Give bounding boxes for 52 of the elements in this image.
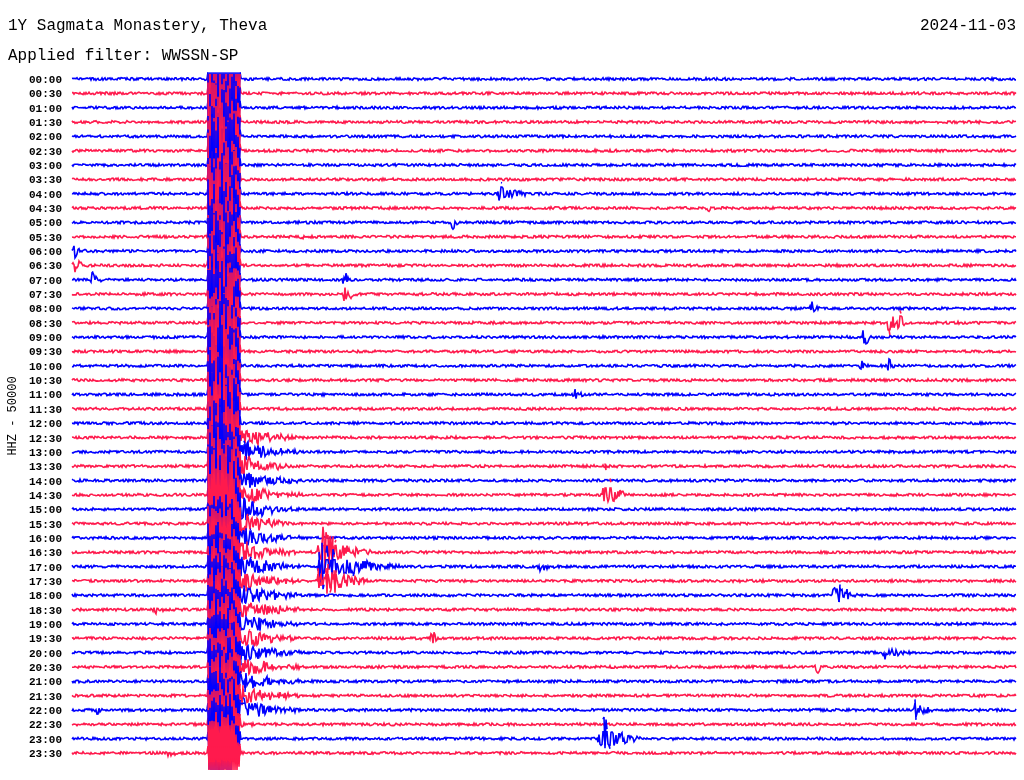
station-title: 1Y Sagmata Monastery, Theva xyxy=(8,18,268,34)
time-label: 00:30 xyxy=(29,88,62,101)
time-label: 18:30 xyxy=(29,604,62,617)
time-label: 16:00 xyxy=(29,532,62,545)
time-label: 01:30 xyxy=(29,117,62,129)
time-label: 20:30 xyxy=(29,661,62,674)
time-label: 13:00 xyxy=(29,446,62,459)
time-label: 06:00 xyxy=(29,246,62,259)
filter-label: Applied filter: WWSSN-SP xyxy=(8,47,239,65)
time-label: 00:00 xyxy=(29,74,62,86)
time-label: 16:30 xyxy=(29,547,62,560)
time-label: 12:30 xyxy=(29,432,62,445)
time-label: 15:00 xyxy=(29,504,62,517)
time-label: 22:30 xyxy=(29,719,62,732)
time-label: 15:30 xyxy=(29,518,62,531)
time-label: 02:00 xyxy=(29,131,62,144)
time-label: 23:00 xyxy=(29,733,62,746)
time-label: 11:30 xyxy=(29,403,62,416)
time-label: 07:30 xyxy=(29,289,62,302)
time-label: 19:00 xyxy=(29,618,62,631)
time-label: 03:30 xyxy=(29,174,62,187)
time-label: 18:00 xyxy=(29,590,62,603)
time-label: 20:00 xyxy=(29,647,62,660)
time-label: 04:00 xyxy=(29,188,62,201)
time-label: 22:00 xyxy=(29,705,62,717)
time-label: 17:00 xyxy=(29,561,62,574)
time-label: 12:00 xyxy=(29,418,62,431)
time-label: 09:00 xyxy=(29,332,62,345)
time-label: 14:00 xyxy=(29,475,62,488)
time-label: 04:30 xyxy=(29,203,62,216)
time-label: 21:00 xyxy=(29,676,62,689)
time-label: 11:00 xyxy=(29,389,62,402)
time-label: 07:00 xyxy=(29,274,62,287)
channel-label: HHZ - 50000 xyxy=(6,376,20,456)
time-label: 09:30 xyxy=(29,346,62,359)
time-label: 08:00 xyxy=(29,303,62,316)
time-label: 06:30 xyxy=(29,260,62,273)
time-label: 02:30 xyxy=(29,145,62,158)
time-label: 08:30 xyxy=(29,317,62,330)
time-label: 21:30 xyxy=(29,690,62,703)
time-label: 01:00 xyxy=(29,102,62,115)
time-label: 13:30 xyxy=(29,461,62,474)
time-label: 17:30 xyxy=(29,575,62,588)
time-label: 05:00 xyxy=(29,217,62,230)
time-label: 23:30 xyxy=(29,748,62,760)
time-label: 10:30 xyxy=(29,375,62,388)
time-label: 05:30 xyxy=(29,231,62,244)
time-label: 19:30 xyxy=(29,633,62,646)
time-label: 10:00 xyxy=(29,360,62,373)
date-label: 2024-11-03 xyxy=(920,18,1016,34)
time-label: 14:30 xyxy=(29,489,62,502)
time-label: 03:00 xyxy=(29,160,62,173)
